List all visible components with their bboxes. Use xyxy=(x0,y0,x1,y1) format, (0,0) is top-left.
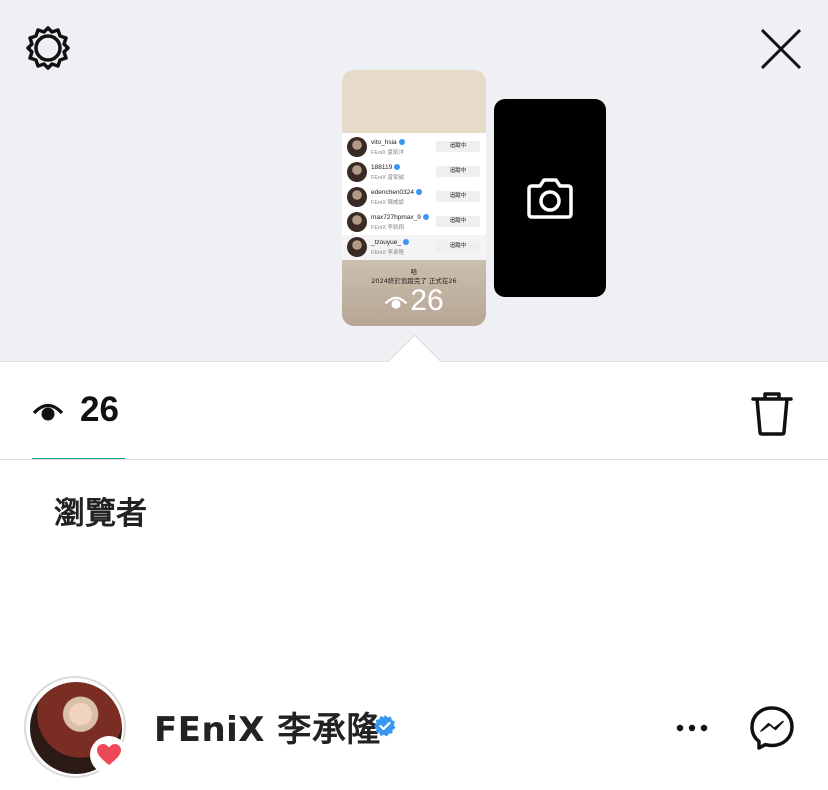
following-button: 追蹤中 xyxy=(436,191,480,202)
story-preview-footer: 哈 2024終於追蹤完了 正式在26 26 xyxy=(342,260,486,326)
verified-badge-icon xyxy=(394,164,401,171)
views-tab-bar xyxy=(0,362,828,460)
avatar xyxy=(347,187,367,207)
username: vito_hsia xyxy=(371,139,397,146)
subtitle: FEniX 陳威諺 xyxy=(371,200,405,206)
story-preview-views: 26 xyxy=(342,284,486,318)
following-button: 追蹤中 xyxy=(436,241,480,252)
trash-icon[interactable] xyxy=(750,390,794,436)
verified-badge-icon xyxy=(403,239,409,246)
verified-badge-icon xyxy=(398,139,405,146)
avatar xyxy=(347,162,367,182)
verified-badge-icon xyxy=(374,715,396,737)
subtitle: FEniX 李承隆 xyxy=(371,250,405,256)
viewer-name[interactable]: FEniX 李承隆 xyxy=(154,702,381,751)
list-item: max727hpmax_9 FEniX 李凱翔 追蹤中 xyxy=(342,210,486,235)
username: _tzouyue_ xyxy=(371,239,401,246)
viewers-heading: 瀏覽者 xyxy=(54,496,147,532)
verified-badge-icon xyxy=(422,214,429,221)
view-count-tab[interactable]: 26 xyxy=(80,390,119,430)
heart-icon xyxy=(97,744,121,765)
subtitle: FEniX 李凱翔 xyxy=(371,225,405,231)
avatar xyxy=(347,237,367,257)
camera-icon xyxy=(527,178,573,219)
eye-icon xyxy=(32,403,64,421)
eye-icon xyxy=(384,296,408,309)
story-preview-thumbnail[interactable]: vito_hsia FEniX 夏凱洋 追蹤中 188119 FEniX 曾家誠… xyxy=(342,70,486,326)
subtitle: FEniX 夏凱洋 xyxy=(371,150,405,156)
gear-icon[interactable] xyxy=(24,24,72,72)
list-item: _tzouyue_ FEniX 李承隆 追蹤中 xyxy=(342,235,486,260)
list-item: vito_hsia FEniX 夏凱洋 追蹤中 xyxy=(342,135,486,160)
avatar xyxy=(347,137,367,157)
story-preview-view-count: 26 xyxy=(410,284,444,317)
list-item: edenchen0324 FEniX 陳威諺 追蹤中 xyxy=(342,185,486,210)
subtitle: FEniX 曾家誠 xyxy=(371,175,405,181)
verified-badge-icon xyxy=(416,189,423,196)
following-button: 追蹤中 xyxy=(436,141,480,152)
username: 188119 xyxy=(371,164,393,171)
divider xyxy=(0,459,828,460)
story-preview-list: vito_hsia FEniX 夏凱洋 追蹤中 188119 FEniX 曾家誠… xyxy=(342,133,486,262)
story-preview-header xyxy=(342,70,486,133)
close-icon[interactable] xyxy=(754,24,806,76)
messenger-icon[interactable] xyxy=(748,704,796,752)
avatar xyxy=(347,212,367,232)
add-story-camera-card[interactable] xyxy=(494,99,606,297)
more-horizontal-icon[interactable] xyxy=(672,712,712,742)
following-button: 追蹤中 xyxy=(436,216,480,227)
heart-reaction-badge xyxy=(90,736,128,774)
username: max727hpmax_9 xyxy=(371,214,421,221)
username: edenchen0324 xyxy=(371,189,415,196)
following-button: 追蹤中 xyxy=(436,166,480,177)
list-item: 188119 FEniX 曾家誠 追蹤中 xyxy=(342,160,486,185)
